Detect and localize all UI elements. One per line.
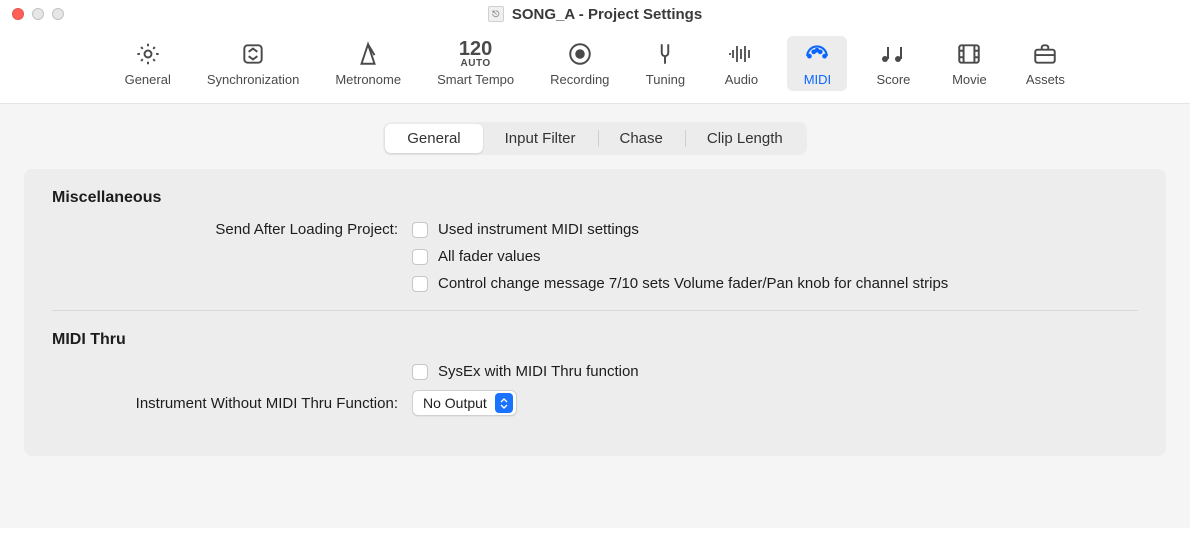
checkbox-label: All fader values [438,248,541,265]
minimize-button[interactable] [32,8,44,20]
tab-label: Synchronization [207,72,300,87]
midi-icon [804,40,830,68]
traffic-lights [12,8,64,20]
tab-label: Assets [1026,72,1065,87]
instrument-without-select[interactable]: No Output [412,390,517,416]
tuning-fork-icon [652,40,678,68]
subtab-general[interactable]: General [385,124,482,153]
content-area: General Input Filter Chase Clip Length M… [0,104,1190,528]
tempo-value: 120 [459,39,492,59]
record-icon [567,40,593,68]
close-button[interactable] [12,8,24,20]
toolbar: General Synchronization Metronome 120 AU… [0,28,1190,104]
gear-icon [135,40,161,68]
tab-recording[interactable]: Recording [540,36,619,91]
checkbox-cc710[interactable] [412,276,428,292]
subtab-bar: General Input Filter Chase Clip Length [0,104,1190,169]
send-after-label: Send After Loading Project: [52,221,412,238]
tab-label: General [125,72,171,87]
select-value: No Output [423,395,495,411]
subtab-chase[interactable]: Chase [598,124,685,153]
tab-label: Recording [550,72,609,87]
tab-metronome[interactable]: Metronome [325,36,411,91]
tab-assets[interactable]: Assets [1015,36,1075,91]
window-title: SONG_A - Project Settings [512,6,702,23]
tab-score[interactable]: Score [863,36,923,91]
tab-general[interactable]: General [115,36,181,91]
section-title-midi-thru: MIDI Thru [52,331,1138,349]
tab-smart-tempo[interactable]: 120 AUTO Smart Tempo [427,36,524,91]
tab-label: Smart Tempo [437,72,514,87]
checkbox-label: Used instrument MIDI settings [438,221,639,238]
subtab-input-filter[interactable]: Input Filter [483,124,598,153]
section-title-misc: Miscellaneous [52,189,1138,207]
tempo-auto: AUTO [461,59,491,69]
tab-audio[interactable]: Audio [711,36,771,91]
tab-label: Metronome [335,72,401,87]
metronome-icon [355,40,381,68]
film-icon [956,40,982,68]
tab-label: Score [876,72,910,87]
zoom-button[interactable] [52,8,64,20]
checkbox-used-instrument[interactable] [412,222,428,238]
chevron-updown-icon [495,393,513,413]
checkbox-sysex[interactable] [412,364,428,380]
checkbox-label: SysEx with MIDI Thru function [438,363,639,380]
waveform-icon [727,40,755,68]
instrument-without-label: Instrument Without MIDI Thru Function: [52,395,412,412]
titlebar: ⎋ SONG_A - Project Settings [0,0,1190,28]
settings-panel: Miscellaneous Send After Loading Project… [24,169,1166,456]
sync-icon [240,40,266,68]
tab-movie[interactable]: Movie [939,36,999,91]
tab-label: MIDI [804,72,831,87]
checkbox-all-fader[interactable] [412,249,428,265]
briefcase-icon [1032,40,1058,68]
divider [52,310,1138,311]
project-icon: ⎋ [488,6,504,22]
tab-tuning[interactable]: Tuning [635,36,695,91]
tab-label: Movie [952,72,987,87]
subtab-clip-length[interactable]: Clip Length [685,124,805,153]
score-icon [878,40,908,68]
tempo-icon: 120 AUTO [459,40,492,68]
tab-label: Audio [725,72,758,87]
tab-label: Tuning [646,72,685,87]
checkbox-label: Control change message 7/10 sets Volume … [438,275,948,292]
tab-midi[interactable]: MIDI [787,36,847,91]
tab-synchronization[interactable]: Synchronization [197,36,310,91]
